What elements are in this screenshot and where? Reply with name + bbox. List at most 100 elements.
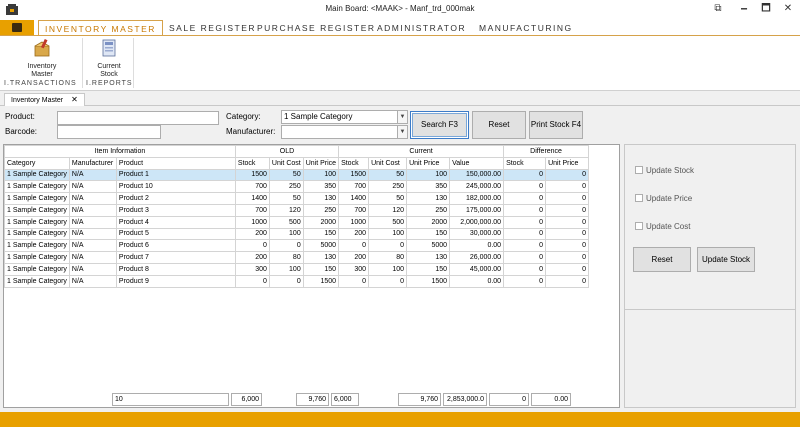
minimize-button[interactable]: 🗕 [734, 2, 754, 16]
file-menu-button[interactable] [0, 20, 34, 36]
barcode-input[interactable] [57, 125, 161, 139]
category-select[interactable]: 1 Sample Category ▼ [281, 110, 408, 124]
table-cell: N/A [68, 192, 117, 205]
table-row[interactable]: 1 Sample Category N/A Product 8 300 100 150 30… [4, 262, 590, 276]
column-header[interactable]: Unit Price [406, 156, 451, 170]
column-header[interactable]: Product [115, 156, 236, 170]
table-cell: 350 [406, 180, 451, 194]
table-row[interactable]: 1 Sample Category N/A Product 5 200 100 150 20… [4, 227, 590, 241]
empty-cell [369, 311, 407, 323]
tab-sale-register[interactable]: SALE REGISTER [169, 20, 256, 36]
empty-cell [269, 334, 303, 346]
column-header[interactable]: Category [4, 156, 70, 170]
checkbox-icon [635, 222, 643, 230]
column-header[interactable]: Stock [503, 156, 547, 170]
table-cell: Product 3 [115, 203, 236, 217]
table-cell: 120 [368, 203, 408, 217]
tab-manufacturing[interactable]: MANUFACTURING [479, 20, 573, 36]
empty-cell [450, 299, 504, 311]
empty-cell [235, 299, 269, 311]
empty-cell [339, 287, 369, 299]
column-header[interactable]: Stock [338, 156, 370, 170]
table-cell: 130 [302, 192, 340, 205]
table-cell: 200 [338, 251, 370, 264]
column-header[interactable]: Stock [234, 156, 270, 170]
update-stock-button[interactable]: Update Stock [697, 247, 755, 272]
column-header[interactable]: Unit Price [302, 156, 340, 170]
table-row[interactable]: 1 Sample Category N/A Product 1 1500 50 100 15… [4, 168, 590, 182]
empty-cell [450, 287, 504, 299]
table-cell: N/A [68, 274, 117, 288]
table-cell: 700 [338, 203, 370, 217]
column-header[interactable]: Value [449, 156, 505, 170]
update-cost-checkbox[interactable]: Update Cost [635, 222, 690, 231]
table-cell: 0 [545, 227, 590, 241]
tab-administrator[interactable]: ADMINISTRATOR [377, 20, 466, 36]
tab-purchase-register[interactable]: PURCHASE REGISTER [257, 20, 376, 36]
column-header[interactable]: Unit Cost [268, 156, 304, 170]
empty-cell [5, 299, 70, 311]
update-price-checkbox[interactable]: Update Price [635, 194, 692, 203]
manufacturer-select[interactable]: ▼ [281, 125, 408, 139]
update-stock-checkbox[interactable]: Update Stock [635, 166, 694, 175]
table-cell: 1 Sample Category [4, 215, 70, 229]
maximize-button[interactable]: 🗖 [756, 2, 776, 16]
table-cell: 0.00 [449, 274, 505, 288]
table-cell: 0 [368, 239, 408, 253]
table-cell: 30,000.00 [449, 227, 505, 241]
table-cell: 0 [545, 203, 590, 217]
doc-tab-label: Inventory Master [11, 97, 64, 104]
tab-inventory-master[interactable]: INVENTORY MASTER [38, 20, 163, 36]
table-cell: 0 [545, 192, 590, 205]
group-label-transactions: I.TRANSACTIONS [4, 80, 77, 87]
print-stock-button[interactable]: Print Stock F4 [529, 111, 583, 139]
table-cell: 1500 [302, 274, 340, 288]
inventory-master-button[interactable]: Inventory Master [24, 38, 60, 79]
empty-row [5, 334, 589, 346]
table-cell: 130 [406, 251, 451, 264]
column-header[interactable]: Unit Cost [368, 156, 408, 170]
table-cell: 5000 [406, 239, 451, 253]
table-cell: 1 Sample Category [4, 168, 70, 182]
product-input[interactable] [57, 111, 219, 125]
empty-cell [546, 334, 589, 346]
table-row[interactable]: 1 Sample Category N/A Product 9 0 0 1500 0 0 150… [4, 274, 590, 288]
inventory-master-label: Inventory Master [27, 63, 57, 78]
table-cell: 700 [234, 203, 270, 217]
table-row[interactable]: 1 Sample Category N/A Product 10 700 250 350 7… [4, 180, 590, 194]
empty-cell [369, 346, 407, 358]
panel-divider [625, 309, 795, 310]
table-cell: 1 Sample Category [4, 180, 70, 194]
search-button[interactable]: Search F3 [410, 111, 469, 139]
column-header[interactable]: Manufacturer [68, 156, 117, 170]
inventory-grid[interactable]: Item Information OLD Current Difference … [3, 144, 620, 408]
reset-filter-button[interactable]: Reset [472, 111, 526, 139]
table-cell: 0 [268, 239, 304, 253]
table-row[interactable]: 1 Sample Category N/A Product 2 1400 50 130 14… [4, 192, 590, 205]
table-row[interactable]: 1 Sample Category N/A Product 7 200 80 130 200… [4, 251, 590, 264]
table-cell: 200 [234, 227, 270, 241]
panel-reset-button[interactable]: Reset [633, 247, 691, 272]
table-cell: 1400 [234, 192, 270, 205]
empty-cell [116, 322, 235, 334]
update-cost-label: Update Cost [646, 222, 691, 231]
close-icon[interactable]: ✕ [71, 95, 78, 104]
column-header[interactable]: Unit Price [545, 156, 590, 170]
empty-cell [303, 287, 338, 299]
table-cell: 26,000.00 [449, 251, 505, 264]
table-cell: N/A [68, 239, 117, 253]
table-cell: 2,000,000.00 [449, 215, 505, 229]
close-button[interactable]: ✕ [778, 2, 798, 16]
group-header: Current [338, 145, 505, 158]
restore-icon[interactable]: ⧉ [708, 2, 728, 16]
table-cell: 100 [268, 262, 304, 276]
table-row[interactable]: 1 Sample Category N/A Product 3 700 120 250 70… [4, 203, 590, 217]
table-cell: 250 [302, 203, 340, 217]
table-cell: 0 [234, 274, 270, 288]
table-row[interactable]: 1 Sample Category N/A Product 4 1000 500 2000… [4, 215, 590, 229]
doc-tab-inventory-master[interactable]: Inventory Master ✕ [4, 93, 85, 106]
current-stock-button[interactable]: Current Stock [92, 38, 126, 79]
table-cell: 50 [268, 192, 304, 205]
table-row[interactable]: 1 Sample Category N/A Product 6 0 0 5000 0 0 500… [4, 239, 590, 253]
table-cell: 1 Sample Category [4, 239, 70, 253]
